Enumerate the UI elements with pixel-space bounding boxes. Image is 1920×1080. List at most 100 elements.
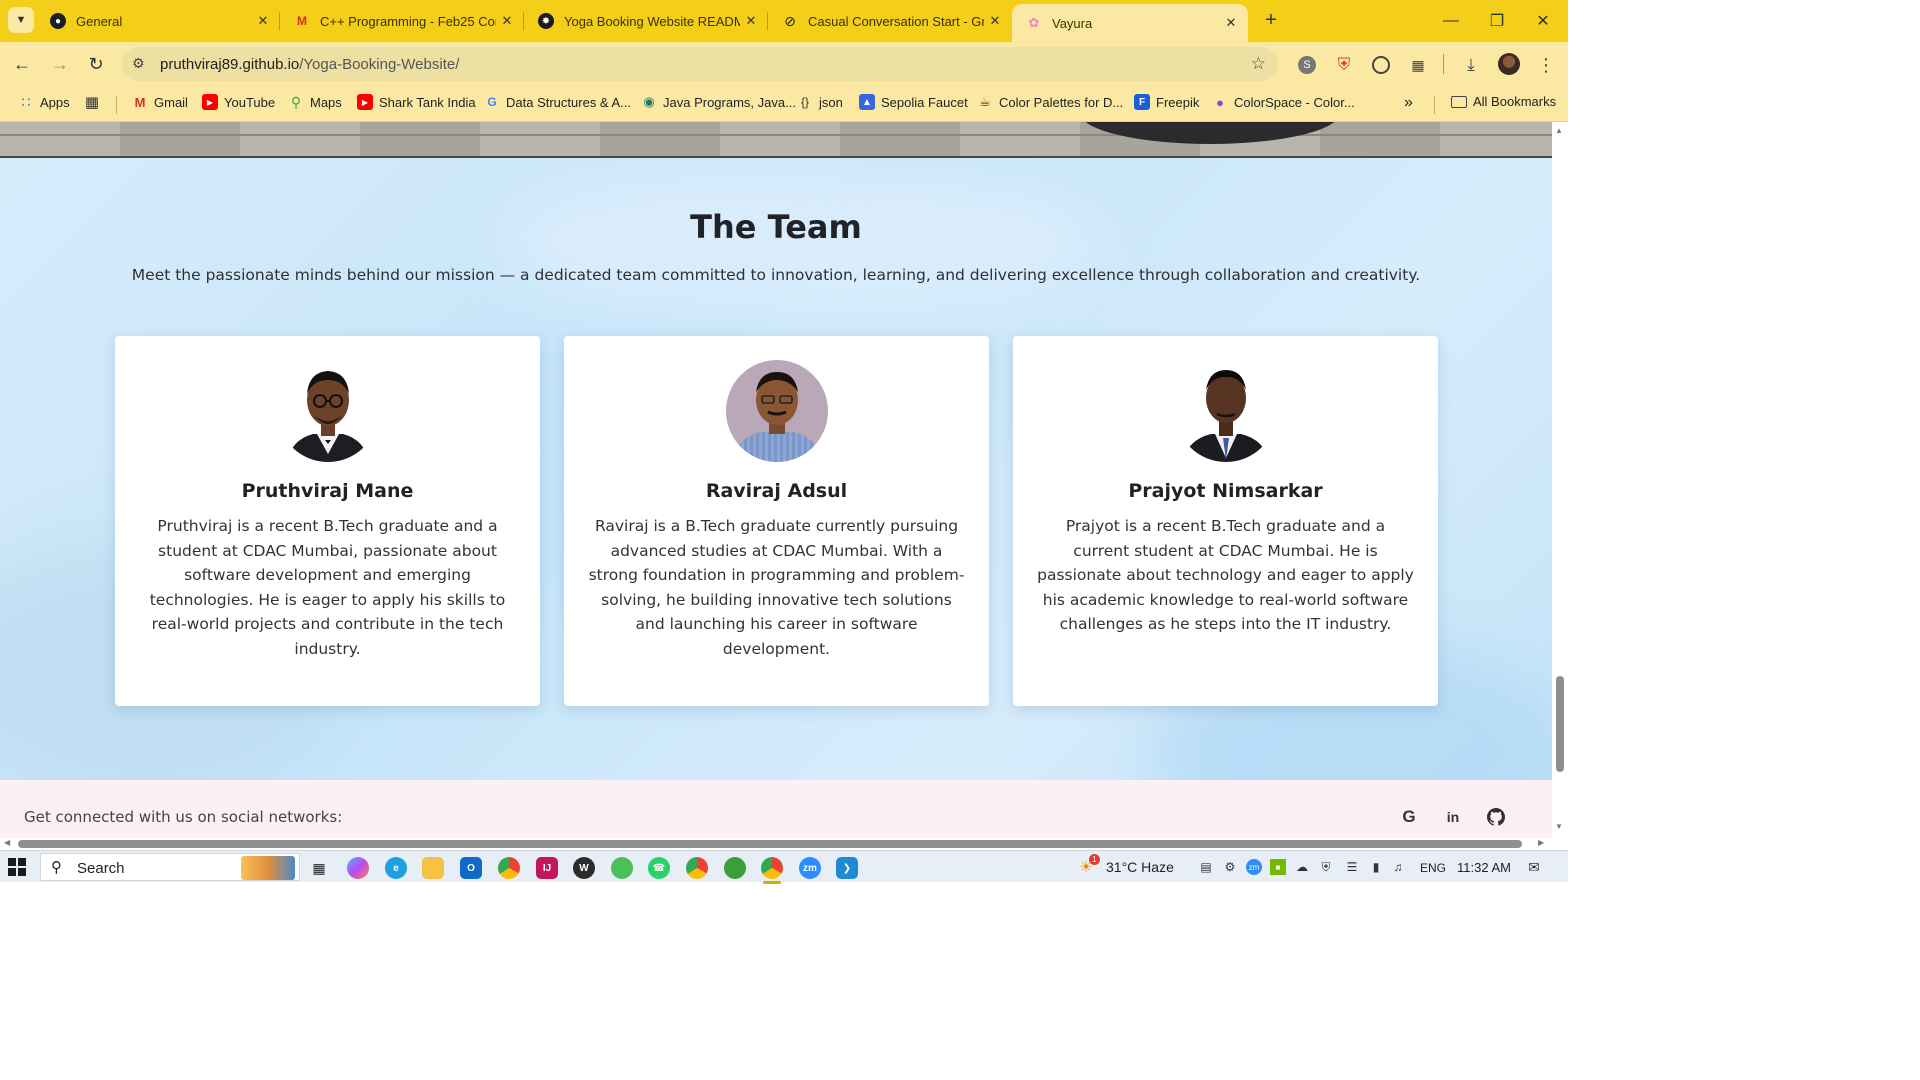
vertical-scrollbar[interactable]: ▲ ▼ (1552, 122, 1568, 838)
tab-grok[interactable]: ⊘ Casual Conversation Start - Gro ✕ (768, 0, 1012, 42)
bookmark-sepolia[interactable]: ▲ Sepolia Faucet (859, 94, 968, 110)
tab-github[interactable]: ● General ✕ (36, 0, 280, 42)
close-icon[interactable]: ✕ (496, 13, 518, 29)
file-explorer-icon[interactable] (422, 857, 444, 879)
wifi-icon[interactable]: ☰ (1344, 859, 1360, 875)
app-icon[interactable] (724, 857, 746, 879)
new-tab-button[interactable]: + (1260, 8, 1282, 32)
bookmark-label: Data Structures & A... (506, 94, 631, 110)
footer-social: Get connected with us on social networks… (0, 780, 1552, 838)
team-member-photo (725, 360, 828, 462)
tray-app-icon[interactable]: ▤ (1198, 859, 1214, 875)
bookmark-apps[interactable]: ∷ Apps (18, 94, 70, 110)
bookmark-label: Freepik (1156, 94, 1200, 110)
notifications-icon[interactable]: ✉ (1526, 859, 1542, 875)
weather-text[interactable]: 31°C Haze (1106, 859, 1174, 875)
close-icon[interactable]: ✕ (740, 13, 762, 29)
minimize-button[interactable]: — (1428, 0, 1474, 42)
bookmark-json[interactable]: {} json (797, 94, 843, 110)
grok-icon: ⊘ (784, 12, 796, 29)
zoom-icon[interactable]: zm (799, 857, 821, 879)
windows-start-button[interactable] (8, 858, 26, 876)
vscode-icon[interactable]: ❯ (836, 857, 858, 879)
bookmark-tab-groups[interactable]: ▦ (84, 94, 106, 111)
bookmark-color-palettes[interactable]: ☕ Color Palettes for D... (977, 94, 1123, 110)
scroll-left-arrow-icon[interactable]: ◀ (4, 838, 10, 847)
tray-gear-icon[interactable]: ⚙ (1222, 859, 1238, 875)
tab-label: Casual Conversation Start - Gro (808, 13, 984, 29)
back-button[interactable]: ← (8, 50, 36, 78)
chrome-icon[interactable] (686, 857, 708, 879)
site-settings-icon[interactable]: ⚙ (132, 55, 145, 72)
bookmark-gmail[interactable]: M Gmail (132, 94, 188, 110)
bookmark-youtube[interactable]: ▶ YouTube (202, 94, 275, 110)
tab-vayura[interactable]: ✿ Vayura ✕ (1012, 4, 1248, 42)
team-card: Raviraj Adsul Raviraj is a B.Tech gradua… (564, 336, 989, 706)
profile-avatar[interactable] (1498, 53, 1520, 75)
security-shield-icon[interactable]: ⛨ (1318, 859, 1334, 875)
url-text[interactable]: pruthviraj89.github.io/Yoga-Booking-Webs… (160, 56, 459, 73)
bookmark-star-icon[interactable]: ☆ (1251, 54, 1266, 74)
bookmark-colorspace[interactable]: ● ColorSpace - Color... (1212, 94, 1355, 110)
scroll-right-arrow-icon[interactable]: ▶ (1538, 838, 1544, 847)
tab-chatgpt[interactable]: ✸ Yoga Booking Website README ✕ (524, 0, 768, 42)
wordpress-icon[interactable]: W (573, 857, 595, 879)
outlook-icon[interactable]: O (460, 857, 482, 879)
task-view-icon[interactable]: ▦ (308, 857, 330, 879)
address-bar[interactable]: ⚙ pruthviraj89.github.io/Yoga-Booking-We… (122, 47, 1278, 81)
language-indicator[interactable]: ENG (1420, 861, 1446, 875)
menu-kebab-icon[interactable]: ⋮ (1535, 54, 1557, 76)
apps-grid-icon: ∷ (21, 93, 31, 110)
close-icon[interactable]: ✕ (1220, 15, 1242, 31)
chrome-active-icon[interactable] (761, 857, 783, 884)
alchemy-icon: ▲ (859, 94, 875, 110)
battery-icon[interactable]: ▮ (1368, 859, 1384, 875)
bookmark-label: Java Programs, Java... (663, 94, 796, 110)
github-icon[interactable] (1485, 806, 1507, 828)
volume-icon[interactable]: ♫ (1390, 859, 1406, 875)
shield-icon[interactable]: ⛨ (1333, 54, 1355, 76)
close-icon[interactable]: ✕ (252, 13, 274, 29)
tab-gmail[interactable]: M C++ Programming - Feb25 Con ✕ (280, 0, 524, 42)
bookmark-shark-tank[interactable]: ▶ Shark Tank India (357, 94, 476, 110)
google-icon[interactable]: G (1398, 806, 1420, 828)
bookmark-data-structures[interactable]: G Data Structures & A... (484, 94, 631, 110)
team-member-photo (1174, 360, 1277, 462)
bookmark-label: All Bookmarks (1473, 94, 1557, 109)
tab-search-button[interactable]: ▼ (8, 7, 34, 33)
restore-button[interactable]: ❐ (1474, 0, 1520, 42)
close-window-button[interactable]: ✕ (1520, 0, 1566, 42)
clock-time[interactable]: 11:32 AM (1457, 860, 1511, 875)
bookmark-freepik[interactable]: F Freepik (1134, 94, 1199, 110)
bookmarks-overflow-button[interactable]: » (1404, 94, 1413, 112)
chrome-icon[interactable] (498, 857, 520, 879)
taskbar-search[interactable]: ⚲ Search (40, 853, 300, 881)
nvidia-icon[interactable]: ■ (1270, 859, 1286, 875)
vertical-scroll-thumb[interactable] (1556, 676, 1564, 772)
scroll-down-arrow-icon[interactable]: ▼ (1555, 822, 1563, 831)
extension-s-icon[interactable]: S (1296, 54, 1318, 76)
zoom-tray-icon[interactable]: zm (1246, 859, 1262, 875)
intellij-icon[interactable]: IJ (536, 857, 558, 879)
bookmark-java-programs[interactable]: ◉ Java Programs, Java... (641, 94, 796, 110)
horizontal-scrollbar[interactable]: ◀ ▶ (0, 838, 1568, 850)
person-portrait-icon (1174, 360, 1277, 462)
download-icon[interactable]: ⤓ (1460, 54, 1482, 76)
copilot-icon[interactable] (347, 857, 369, 879)
extensions-puzzle-icon[interactable]: ▦ (1407, 54, 1429, 76)
sts-icon[interactable] (611, 857, 633, 879)
all-bookmarks-button[interactable]: All Bookmarks (1451, 94, 1556, 109)
reload-button[interactable]: ↻ (82, 50, 110, 78)
whatsapp-icon[interactable]: ☎ (648, 857, 670, 879)
linkedin-icon[interactable]: in (1442, 806, 1464, 828)
bookmarks-bar: ∷ Apps ▦ M Gmail ▶ YouTube ⚲ Maps ▶ Shark Tan… (0, 86, 1568, 122)
extension-circle-icon[interactable] (1370, 54, 1392, 76)
horizontal-scroll-thumb[interactable] (18, 840, 1522, 848)
cloud-icon[interactable]: ☁ (1294, 859, 1310, 875)
close-icon[interactable]: ✕ (984, 13, 1006, 29)
bookmark-maps[interactable]: ⚲ Maps (288, 94, 342, 110)
edge-icon[interactable]: e (385, 857, 407, 879)
search-icon: ⚲ (51, 859, 62, 876)
forward-button[interactable]: → (46, 50, 74, 78)
scroll-up-arrow-icon[interactable]: ▲ (1555, 126, 1563, 135)
